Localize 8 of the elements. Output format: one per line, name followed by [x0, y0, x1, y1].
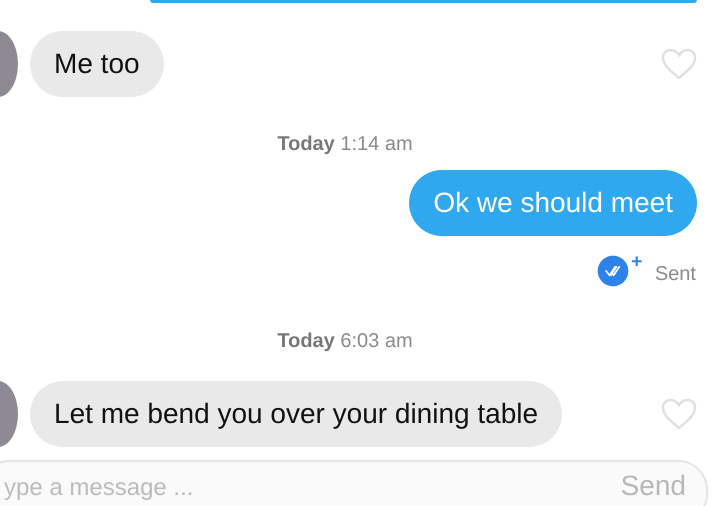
- message-field[interactable]: ype a message ... Send: [0, 460, 708, 506]
- message-bubble: Let me bend you over your dining table: [30, 380, 562, 446]
- message-bubble: Ok we should meet: [409, 170, 697, 236]
- message-bubble: Me too: [30, 30, 164, 96]
- status-label: Sent: [654, 262, 696, 286]
- timestamp: Today 1:14 am: [277, 133, 413, 156]
- send-button[interactable]: Send: [620, 470, 686, 502]
- timestamp: Today 6:03 am: [277, 330, 413, 353]
